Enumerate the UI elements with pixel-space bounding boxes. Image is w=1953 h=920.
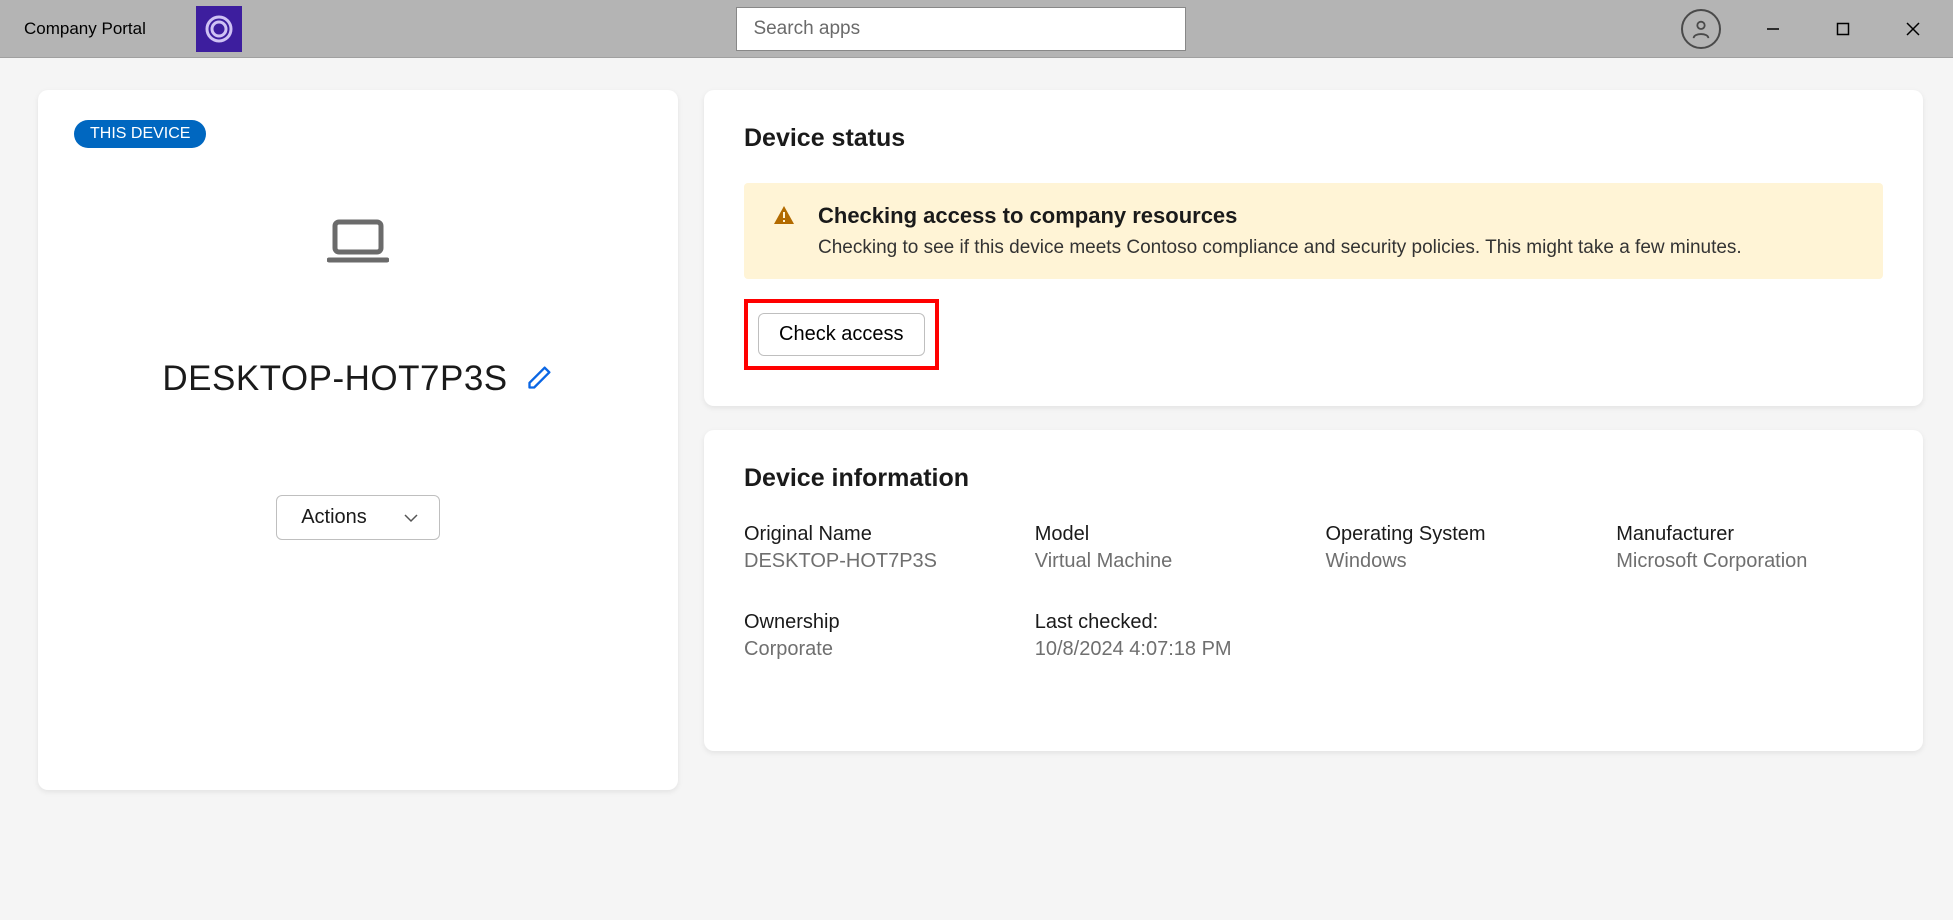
app-logo — [196, 6, 242, 52]
maximize-icon — [1836, 22, 1850, 36]
minimize-button[interactable] — [1755, 11, 1791, 47]
account-button[interactable] — [1681, 9, 1721, 49]
info-value: DESKTOP-HOT7P3S — [744, 550, 1011, 573]
check-access-button[interactable]: Check access — [758, 313, 925, 356]
info-value: Virtual Machine — [1035, 550, 1302, 573]
info-value: 10/8/2024 4:07:18 PM — [1035, 638, 1302, 661]
minimize-icon — [1766, 22, 1780, 36]
info-label: Operating System — [1326, 523, 1593, 546]
actions-dropdown[interactable]: Actions — [276, 495, 440, 540]
actions-label: Actions — [301, 506, 367, 529]
close-button[interactable] — [1895, 11, 1931, 47]
info-label: Original Name — [744, 523, 1011, 546]
device-status-title: Device status — [744, 124, 1883, 153]
status-banner: Checking access to company resources Che… — [744, 183, 1883, 279]
banner-title: Checking access to company resources — [818, 203, 1742, 229]
maximize-button[interactable] — [1825, 11, 1861, 47]
banner-subtitle: Checking to see if this device meets Con… — [818, 237, 1742, 259]
info-value: Microsoft Corporation — [1616, 550, 1883, 573]
info-label: Ownership — [744, 611, 1011, 634]
info-label: Last checked: — [1035, 611, 1302, 634]
check-access-highlight: Check access — [744, 299, 939, 370]
pencil-icon — [526, 363, 554, 391]
device-information-title: Device information — [744, 464, 1883, 493]
this-device-badge: THIS DEVICE — [74, 120, 206, 148]
info-field: Operating System Windows — [1326, 523, 1593, 573]
info-field: Last checked: 10/8/2024 4:07:18 PM — [1035, 611, 1302, 661]
rename-button[interactable] — [526, 363, 554, 396]
device-status-card: Device status Checking access to company… — [704, 90, 1923, 406]
titlebar: Company Portal — [0, 0, 1953, 58]
info-label: Manufacturer — [1616, 523, 1883, 546]
info-field: Original Name DESKTOP-HOT7P3S — [744, 523, 1011, 573]
info-field: Ownership Corporate — [744, 611, 1011, 661]
search-input[interactable] — [736, 7, 1186, 51]
portal-logo-icon — [203, 13, 235, 45]
info-field: Manufacturer Microsoft Corporation — [1616, 523, 1883, 573]
close-icon — [1906, 22, 1920, 36]
device-name: DESKTOP-HOT7P3S — [162, 359, 507, 399]
content-area: THIS DEVICE DESKTOP-HOT7P3S Actions — [0, 58, 1953, 820]
person-icon — [1690, 18, 1712, 40]
app-title: Company Portal — [24, 19, 146, 39]
info-value: Windows — [1326, 550, 1593, 573]
chevron-down-icon — [403, 513, 419, 523]
info-label: Model — [1035, 523, 1302, 546]
info-value: Corporate — [744, 638, 1011, 661]
device-summary-card: THIS DEVICE DESKTOP-HOT7P3S Actions — [38, 90, 678, 790]
laptop-icon — [327, 218, 389, 264]
device-information-card: Device information Original Name DESKTOP… — [704, 430, 1923, 751]
info-field: Model Virtual Machine — [1035, 523, 1302, 573]
warning-icon — [772, 203, 796, 232]
